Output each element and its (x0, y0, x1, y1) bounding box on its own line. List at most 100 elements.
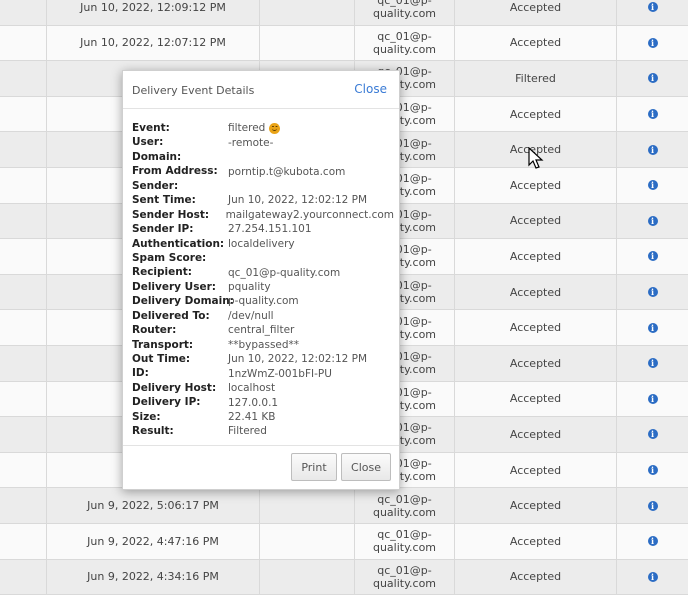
info-icon[interactable]: i (647, 465, 658, 476)
detail-label: Delivered To: (132, 309, 210, 322)
row-empty-cell (259, 25, 354, 61)
row-status: Accepted (454, 488, 616, 523)
row-status: Accepted (454, 239, 616, 274)
detail-row: Sender: (132, 179, 394, 193)
row-info-cell: i (616, 488, 688, 523)
info-icon[interactable]: i (647, 180, 658, 191)
detail-value: porntip.t@kubota.com (228, 164, 345, 178)
row-info-cell: i (616, 381, 688, 417)
detail-value-text: central_filter (228, 324, 295, 337)
detail-value: mailgateway2.yourconnect.com (226, 208, 394, 222)
row-info-cell: i (616, 452, 688, 488)
info-icon[interactable]: i (647, 322, 658, 333)
detail-row: Delivery Domain: p-quality.com (132, 294, 394, 308)
detail-label: Transport: (132, 338, 194, 351)
row-select-cell (0, 524, 46, 559)
detail-row: Transport: **bypassed** (132, 338, 394, 352)
info-icon[interactable]: i (647, 37, 658, 48)
row-status: Accepted (454, 417, 616, 452)
row-select-cell (0, 453, 46, 488)
detail-row: Sender IP: 27.254.151.101 (132, 222, 394, 236)
detail-row: From Address: porntip.t@kubota.com (132, 164, 394, 178)
info-icon[interactable]: i (647, 287, 658, 298)
close-button[interactable]: Close (341, 453, 391, 481)
row-info-cell: i (616, 274, 688, 310)
row-select-cell (0, 488, 46, 523)
detail-value: **bypassed** (228, 338, 299, 352)
print-button[interactable]: Print (291, 453, 337, 481)
row-info-cell: i (616, 168, 688, 203)
modal-footer: Print Close (123, 445, 399, 489)
row-empty-cell (259, 559, 354, 595)
info-icon[interactable]: i (647, 144, 658, 155)
info-icon[interactable]: i (647, 536, 658, 547)
row-select-cell (0, 417, 46, 452)
row-status: Accepted (454, 452, 616, 488)
mouse-cursor-icon (528, 147, 544, 169)
info-icon[interactable]: i (647, 358, 658, 369)
detail-label: Sender Host: (132, 208, 210, 221)
row-recipient: qc_01@p-quality.com (354, 488, 454, 523)
row-empty-cell (259, 524, 354, 559)
row-select-cell (0, 132, 46, 167)
info-icon[interactable]: i (647, 215, 658, 226)
row-info-cell: i (616, 96, 688, 132)
detail-label: From Address: (132, 165, 218, 178)
detail-value-text: Filtered (228, 425, 267, 438)
table-row[interactable]: Jun 10, 2022, 12:07:12 PM qc_01@p-quality… (0, 25, 688, 62)
detail-row: Sent Time: Jun 10, 2022, 12:02:12 PM (132, 193, 394, 207)
row-recipient: qc_01@p-quality.com (354, 559, 454, 595)
info-icon[interactable]: i (647, 429, 658, 440)
row-info-cell: i (616, 203, 688, 239)
row-empty-cell (259, 0, 354, 25)
detail-value-text: 127.0.0.1 (228, 396, 279, 409)
row-info-cell: i (616, 346, 688, 381)
recipient-line-2: quality.com (372, 505, 437, 519)
recipient-line-1: qc_01@p- (377, 0, 432, 8)
detail-label: Sender IP: (132, 223, 194, 236)
table-row[interactable]: Jun 9, 2022, 5:06:17 PM qc_01@p-quality.c… (0, 488, 688, 524)
detail-value: qc_01@p-quality.com (228, 265, 340, 279)
info-icon[interactable]: i (647, 393, 658, 404)
info-icon[interactable]: i (647, 73, 658, 84)
row-select-cell (0, 239, 46, 274)
row-info-cell: i (616, 25, 688, 61)
info-icon[interactable]: i (647, 500, 658, 511)
row-select-cell (0, 275, 46, 310)
row-time: Jun 9, 2022, 5:06:17 PM (46, 488, 259, 523)
detail-row: Spam Score: (132, 251, 394, 265)
row-recipient: qc_01@p-quality.com (354, 25, 454, 61)
row-select-cell (0, 97, 46, 132)
table-row[interactable]: Jun 9, 2022, 4:34:16 PM qc_01@p-quality.c… (0, 559, 688, 596)
detail-label: Delivery Host: (132, 381, 217, 394)
row-info-cell: i (616, 132, 688, 167)
detail-value: 1nzWmZ-001bFI-PU (228, 366, 332, 380)
info-icon[interactable]: i (647, 109, 658, 120)
detail-row: Delivered To: /dev/null (132, 309, 394, 323)
row-select-cell (0, 560, 46, 595)
row-select-cell (0, 26, 46, 61)
detail-row: ID: 1nzWmZ-001bFI-PU (132, 366, 394, 380)
row-empty-cell (259, 488, 354, 523)
detail-value-text: mailgateway2.yourconnect.com (225, 208, 394, 221)
info-icon[interactable]: i (647, 251, 658, 262)
detail-row: Delivery User: pquality (132, 280, 394, 294)
row-status: Accepted (454, 310, 616, 345)
recipient-line-1: qc_01@p- (377, 492, 432, 506)
table-row[interactable]: Jun 9, 2022, 4:47:16 PM qc_01@p-quality.c… (0, 524, 688, 560)
detail-label: Out Time: (132, 353, 191, 365)
info-icon[interactable]: i (647, 2, 658, 13)
detail-value: localdelivery (228, 237, 295, 251)
row-recipient: qc_01@p-quality.com (354, 0, 454, 25)
row-status: Accepted (454, 0, 616, 25)
info-icon[interactable]: i (647, 571, 658, 582)
detail-row: Size: 22.41 KB (132, 410, 394, 424)
table-row[interactable]: Jun 10, 2022, 12:09:12 PM qc_01@p-quality… (0, 0, 688, 26)
detail-row: Out Time: Jun 10, 2022, 12:02:12 PM (132, 352, 394, 366)
detail-value-text: 27.254.151.101 (228, 223, 312, 236)
row-time: Jun 9, 2022, 4:47:16 PM (46, 524, 259, 559)
modal-close-link[interactable]: Close (354, 82, 387, 96)
detail-value: pquality (228, 280, 271, 294)
row-status: Accepted (454, 168, 616, 203)
row-info-cell: i (616, 524, 688, 559)
